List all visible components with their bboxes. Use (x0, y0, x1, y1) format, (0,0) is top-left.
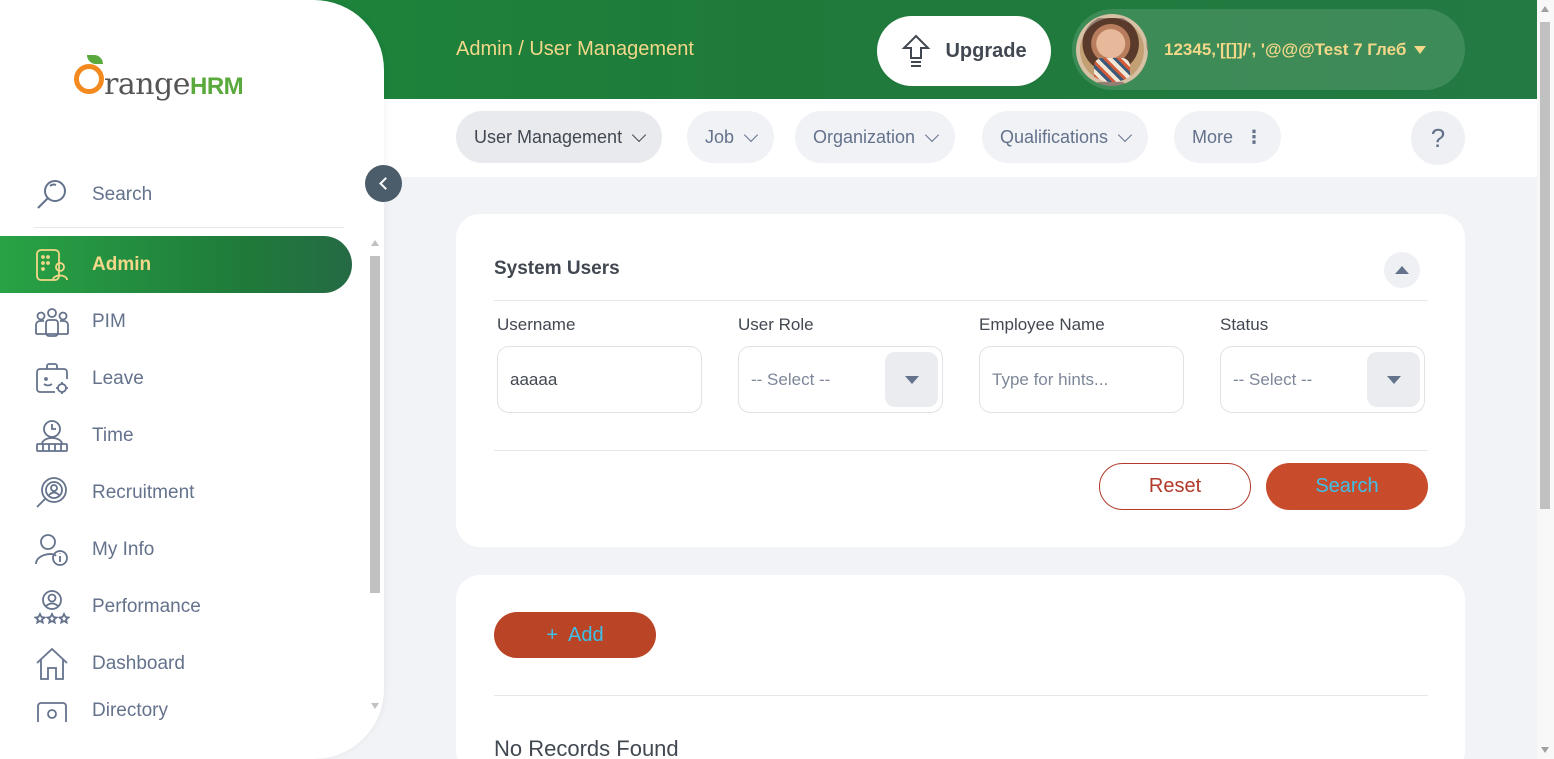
recruitment-icon (36, 476, 67, 508)
sidebar-item-label: PIM (92, 310, 126, 332)
sidebar-item-time[interactable]: Time (0, 407, 367, 464)
caret-down-icon (1414, 45, 1427, 54)
sidebar-item-label: Dashboard (92, 652, 185, 674)
page-scrollbar[interactable] (1537, 0, 1554, 759)
chevron-down-icon (632, 127, 647, 142)
tab-label: Job (705, 126, 735, 147)
caret-up-icon (1395, 266, 1409, 274)
sidebar-item-my-info[interactable]: My Info (0, 521, 367, 578)
chevron-down-icon (1117, 127, 1133, 142)
search-button[interactable]: Search (1266, 463, 1428, 510)
sidebar-collapse-button[interactable] (365, 165, 402, 202)
user-dropdown[interactable]: 12345,'[[]]/', '@@@Test 7 Глеб (1072, 9, 1465, 90)
plus-icon: + (546, 623, 559, 646)
help-button[interactable]: ? (1411, 111, 1465, 165)
search-label: Search (92, 183, 153, 205)
sidebar-item-performance[interactable]: Performance (0, 578, 367, 635)
status-label: Status (1220, 315, 1269, 334)
select-value: -- Select -- (1233, 369, 1313, 389)
add-label: Add (568, 623, 604, 646)
user-role-select[interactable]: -- Select -- (738, 346, 943, 413)
system-users-filter-card: System Users Username aaaaa User Role --… (456, 214, 1465, 547)
add-button[interactable]: + Add (494, 612, 656, 658)
sidebar-item-pim[interactable]: PIM (0, 293, 367, 350)
sidebar-item-label: Admin (92, 253, 152, 275)
scroll-up-arrow-icon[interactable] (371, 240, 379, 246)
sidebar-item-label: Time (92, 424, 134, 446)
more-vertical-icon: ⋮ (1245, 127, 1264, 147)
tab-label: More (1192, 126, 1234, 147)
username-input[interactable]: aaaaa (497, 346, 702, 413)
caret-down-icon (1386, 375, 1401, 384)
tab-organization[interactable]: Organization (795, 111, 956, 163)
sidebar-item-directory[interactable]: Directory (0, 692, 367, 722)
tab-more[interactable]: More ⋮ (1174, 111, 1282, 163)
divider (494, 300, 1428, 301)
reset-button[interactable]: Reset (1099, 463, 1251, 510)
orangehrm-logo: range HRM (74, 48, 244, 102)
logo-text: range (104, 67, 191, 102)
tab-qualifications[interactable]: Qualifications (982, 111, 1149, 163)
caret-down-icon (904, 375, 919, 384)
no-records-text: No Records Found (494, 736, 679, 759)
collapse-filter-button[interactable] (1384, 252, 1420, 288)
tab-label: Qualifications (1000, 126, 1109, 147)
status-select[interactable]: -- Select -- (1220, 346, 1425, 413)
sidebar-item-leave[interactable]: Leave (0, 350, 367, 407)
breadcrumb: Admin / User Management (456, 38, 694, 60)
sidebar-item-label: My Info (92, 538, 155, 560)
chevron-down-icon (924, 127, 940, 142)
divider (494, 450, 1428, 451)
sidebar-item-label: Leave (92, 367, 144, 389)
user-role-label: User Role (738, 315, 814, 334)
sidebar-item-admin[interactable]: Admin (0, 236, 352, 293)
tab-job[interactable]: Job (687, 111, 775, 163)
scrollbar-thumb[interactable] (1540, 22, 1550, 509)
pim-icon (35, 307, 69, 337)
logo-hrm: HRM (190, 73, 244, 100)
username-label: Username (497, 315, 576, 334)
sidebar: range HRM Search Admin PIM Leave Time Re… (0, 0, 384, 759)
records-card: + Add No Records Found (456, 575, 1465, 759)
top-menu: User Management Job Organization Qualifi… (384, 99, 1537, 177)
admin-icon (36, 248, 68, 281)
sidebar-search[interactable]: Search (34, 162, 344, 228)
time-icon (36, 419, 68, 452)
tab-label: User Management (474, 126, 623, 147)
sidebar-item-label: Performance (92, 595, 201, 617)
directory-icon (37, 702, 67, 722)
chevron-down-icon (743, 127, 759, 142)
sidebar-item-dashboard[interactable]: Dashboard (0, 635, 367, 692)
employee-name-input[interactable]: Type for hints... (979, 346, 1184, 413)
logo-orange-icon (74, 55, 104, 94)
divider (494, 695, 1428, 696)
chevron-left-icon (378, 177, 392, 190)
sidebar-item-label: Recruitment (92, 481, 195, 503)
scroll-down-arrow-icon[interactable] (1541, 747, 1549, 753)
upgrade-label: Upgrade (945, 39, 1027, 62)
card-title: System Users (494, 258, 620, 279)
performance-icon (34, 589, 70, 624)
dropdown-toggle[interactable] (1367, 352, 1420, 407)
search-icon (37, 179, 66, 209)
sidebar-menu: Admin PIM Leave Time Recruitment My Info… (0, 236, 367, 722)
sidebar-scrollbar[interactable] (368, 238, 382, 711)
scroll-up-arrow-icon[interactable] (1541, 6, 1549, 12)
dropdown-toggle[interactable] (885, 352, 938, 407)
tab-user-management[interactable]: User Management (456, 111, 663, 163)
employee-name-label: Employee Name (979, 315, 1105, 334)
upgrade-icon (902, 34, 931, 67)
upgrade-button[interactable]: Upgrade (877, 16, 1051, 86)
user-name: 12345,'[[]]/', '@@@Test 7 Глеб (1164, 39, 1407, 59)
sidebar-item-recruitment[interactable]: Recruitment (0, 464, 367, 521)
leave-icon (36, 362, 68, 394)
my-info-icon (35, 533, 68, 566)
scrollbar-thumb[interactable] (370, 256, 380, 593)
sidebar-item-label: Directory (92, 700, 169, 721)
scroll-down-arrow-icon[interactable] (371, 703, 379, 709)
dashboard-icon (36, 647, 68, 680)
avatar (1076, 13, 1148, 86)
select-value: -- Select -- (751, 369, 831, 389)
tab-label: Organization (813, 126, 916, 147)
